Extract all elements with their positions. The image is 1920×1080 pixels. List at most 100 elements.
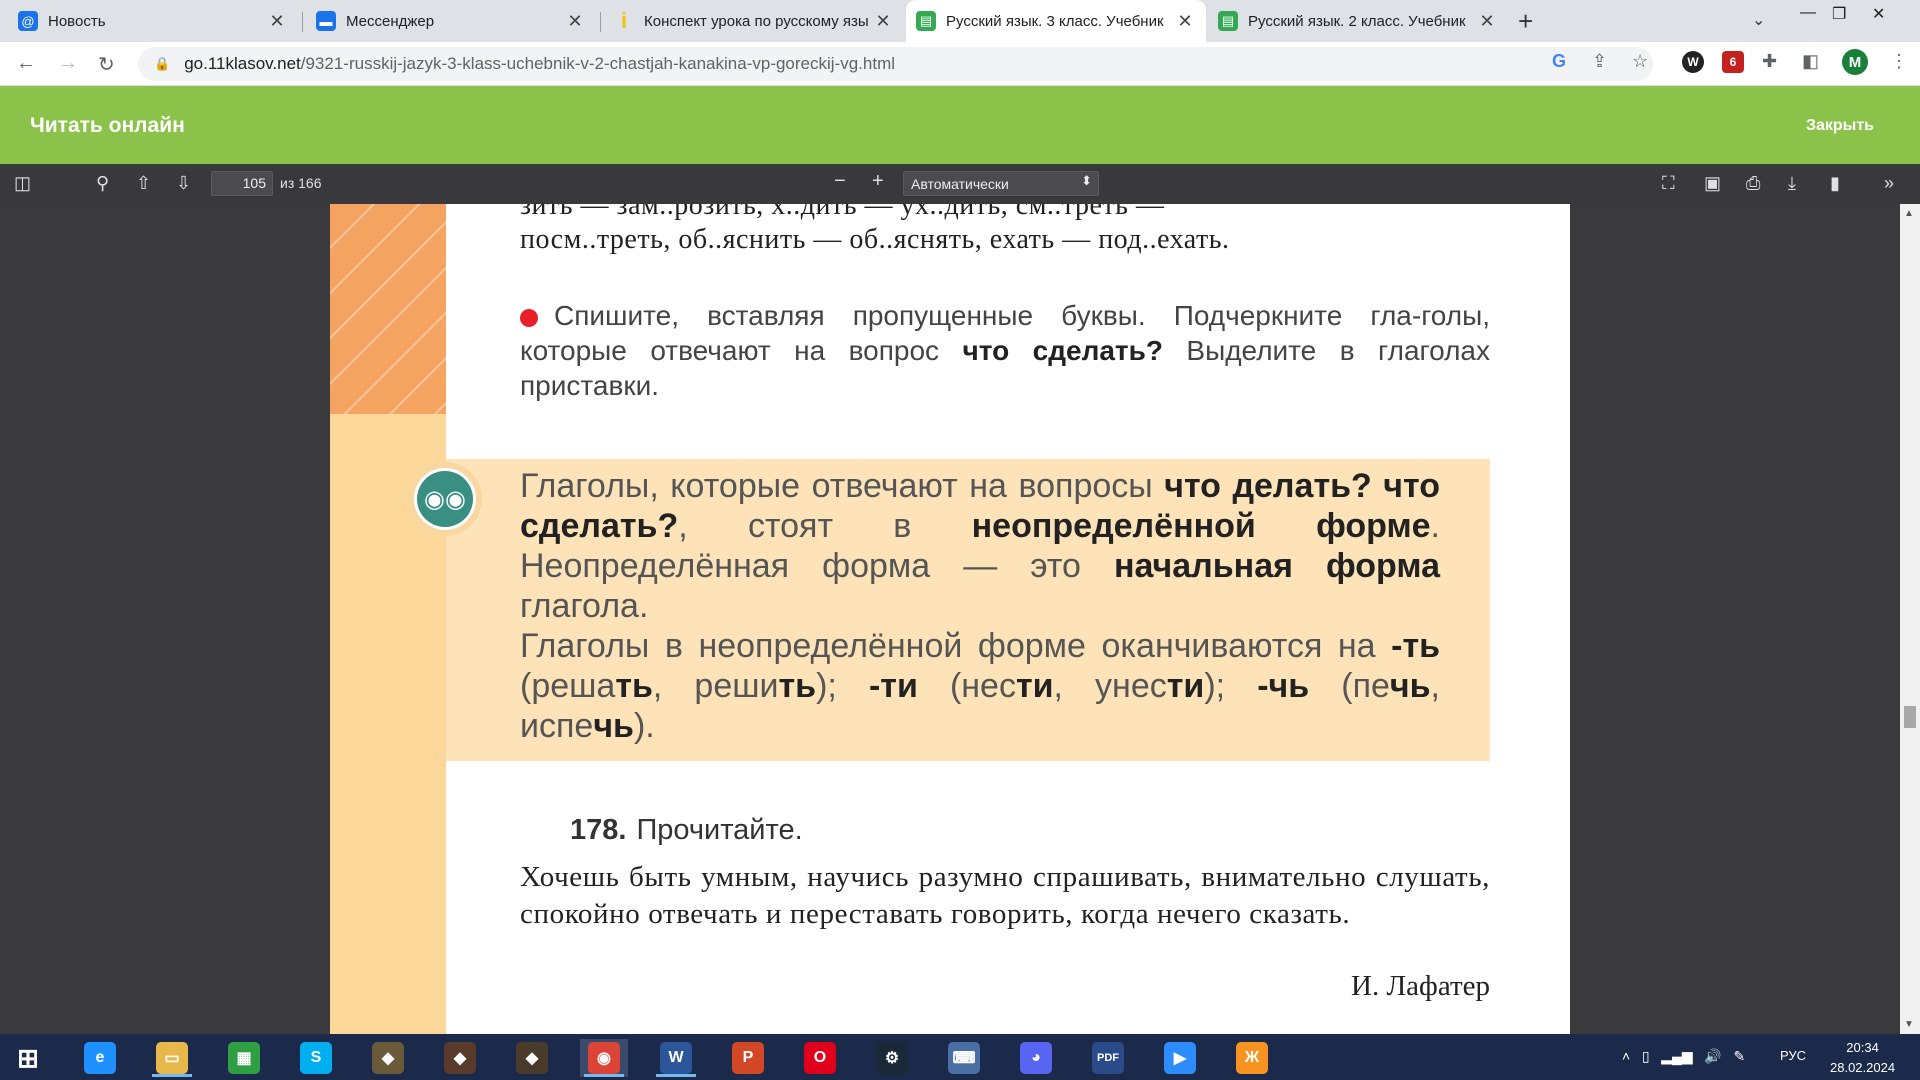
taskbar-app[interactable]: O xyxy=(796,1039,844,1077)
address-bar[interactable]: 🔒 go.11klasov.net/9321-russkij-jazyk-3-k… xyxy=(138,47,1653,81)
pdf-toolbar: ◫ ⚲ ⇧ ⇩ 105 из 166 − + Автоматически ⬍ ⛶ … xyxy=(0,164,1920,204)
bookmark-star-icon[interactable]: ☆ xyxy=(1632,51,1648,72)
extension-w-icon[interactable]: W xyxy=(1682,51,1704,73)
page-number-input[interactable]: 105 xyxy=(211,171,273,196)
word-icon: W xyxy=(660,1042,692,1074)
taskbar-app[interactable]: ⌨ xyxy=(940,1039,988,1077)
address-row: ← → ↻ 🔒 go.11klasov.net/9321-russkij-jaz… xyxy=(0,42,1920,86)
exercise-title: Прочитайте. xyxy=(636,814,803,846)
zoom-select[interactable]: Автоматически ⬍ xyxy=(903,171,1099,196)
minimize-icon[interactable]: — xyxy=(1800,4,1816,22)
taskbar-app[interactable]: ▶ xyxy=(1156,1039,1204,1077)
explorer-icon: ▭ xyxy=(156,1042,188,1074)
quote-text: Хочешь быть умным, научись разумно спраш… xyxy=(520,861,1490,930)
tab-lesson-notes[interactable]: i Конспект урока по русскому язы ✕ xyxy=(604,0,904,42)
tab-search-icon[interactable]: ⌄ xyxy=(1752,10,1765,30)
clock[interactable]: 20:34 28.02.2024 xyxy=(1830,1038,1895,1078)
taskbar-app[interactable]: ⚙ xyxy=(868,1039,916,1077)
menu-kebab-icon[interactable]: ⋮ xyxy=(1890,51,1908,72)
print-icon[interactable]: ⎙ xyxy=(1746,173,1760,194)
powerpoint-icon: P xyxy=(732,1042,764,1074)
google-translate-icon[interactable]: G xyxy=(1552,51,1566,72)
rule-text: Глаголы, которые отвечают на вопросы что… xyxy=(520,467,1440,745)
next-page-icon[interactable]: ⇩ xyxy=(176,173,191,194)
taskbar-app[interactable]: e xyxy=(76,1039,124,1077)
taskbar-app[interactable]: W xyxy=(652,1039,700,1077)
reload-icon[interactable]: ↻ xyxy=(98,52,115,77)
lock-icon[interactable]: 🔒 xyxy=(154,56,170,72)
extension-badge: 6 xyxy=(1729,55,1737,69)
start-button[interactable]: ⊞ xyxy=(4,1039,52,1077)
doc-icon: i xyxy=(620,8,628,33)
discord-icon: ◕ xyxy=(1020,1042,1052,1074)
tab-russian-3[interactable]: ▤ Русский язык. 3 класс. Учебник ✕ xyxy=(906,0,1206,42)
owl-icon: ◉◉ xyxy=(408,462,482,536)
game3-icon: ◆ xyxy=(516,1042,548,1074)
taskbar: ⊞ e ▭ ▦ S ◆ ◆ ◆ ◉ W P O ⚙ ⌨ ◕ PDF ▶ Ж ˄ ▯ ▂▄▆ 🔊 ✎ РУС 20… xyxy=(0,1034,1920,1080)
presentation-mode-icon[interactable]: ⛶ xyxy=(1662,173,1675,194)
scrollbar[interactable]: ▲ ▼ xyxy=(1900,204,1920,1034)
previous-page-icon[interactable]: ⇧ xyxy=(136,173,151,194)
taskbar-app[interactable]: P xyxy=(724,1039,772,1077)
tab-title: Конспект урока по русскому язы xyxy=(644,12,869,30)
sidebar-toggle-icon[interactable]: ◫ xyxy=(14,173,31,194)
taskbar-app[interactable]: ◉ xyxy=(580,1039,628,1077)
bookmark-icon[interactable]: ▮ xyxy=(1830,173,1840,194)
taskbar-app[interactable]: ▭ xyxy=(148,1039,196,1077)
scroll-down-icon[interactable]: ▼ xyxy=(1904,1019,1914,1030)
task-text: Спишите, вставляя пропущенные буквы. Под… xyxy=(520,300,1490,401)
tab-russian-2[interactable]: ▤ Русский язык. 2 класс. Учебник ✕ xyxy=(1208,0,1508,42)
close-icon[interactable]: ✕ xyxy=(1476,11,1498,32)
chat-bubble-icon: ▬ xyxy=(316,11,336,31)
share-icon[interactable]: ⇪ xyxy=(1592,51,1607,72)
zoom-out-icon[interactable]: − xyxy=(834,170,846,193)
extension-shield-icon[interactable]: 6 xyxy=(1722,51,1744,73)
taskbar-app[interactable]: ◆ xyxy=(436,1039,484,1077)
odnoklassniki-icon: Ж xyxy=(1236,1042,1268,1074)
zoom-in-icon[interactable]: + xyxy=(872,170,884,193)
taskbar-app[interactable]: ▦ xyxy=(220,1039,268,1077)
taskbar-app[interactable]: ◆ xyxy=(364,1039,412,1077)
page-total: из 166 xyxy=(280,175,322,191)
close-icon[interactable]: ✕ xyxy=(872,11,894,32)
exercise-line: посм..треть, об..яснить — об..яснять, ех… xyxy=(520,224,1230,255)
game1-icon: ◆ xyxy=(372,1042,404,1074)
close-icon[interactable]: ✕ xyxy=(1174,11,1196,32)
book-icon: ▤ xyxy=(916,11,936,31)
scroll-up-icon[interactable]: ▲ xyxy=(1904,208,1914,219)
zoom-icon: ▶ xyxy=(1164,1042,1196,1074)
tab-title: Новость xyxy=(48,12,106,30)
tab-messenger[interactable]: ▬ Мессенджер ✕ xyxy=(306,0,596,42)
close-icon[interactable]: ✕ xyxy=(564,11,586,32)
input-language[interactable]: РУС xyxy=(1780,1048,1806,1063)
puzzle-extensions-icon[interactable]: ✚ xyxy=(1762,51,1777,72)
close-window-icon[interactable]: ✕ xyxy=(1872,4,1885,24)
zoom-value: Автоматически xyxy=(911,176,1009,192)
scrollbar-thumb[interactable] xyxy=(1904,706,1916,728)
exercise-line: зить — зам..розить, х..дить — ух..дить, … xyxy=(520,204,1165,221)
taskbar-app[interactable]: ◆ xyxy=(508,1039,556,1077)
find-icon[interactable]: ⚲ xyxy=(96,173,109,194)
side-panel-icon[interactable]: ◧ xyxy=(1802,51,1819,72)
close-reader-button[interactable]: Закрыть xyxy=(1806,117,1874,135)
taskbar-app[interactable]: PDF xyxy=(1084,1039,1132,1077)
tab-news[interactable]: @ Новость ✕ xyxy=(8,0,298,42)
maximize-icon[interactable]: ❐ xyxy=(1832,4,1846,24)
new-tab-button[interactable]: + xyxy=(1518,6,1533,37)
taskbar-app[interactable]: S xyxy=(292,1039,340,1077)
tab-title: Русский язык. 3 класс. Учебник xyxy=(946,12,1164,30)
tab-title: Русский язык. 2 класс. Учебник xyxy=(1248,12,1466,30)
clock-time: 20:34 xyxy=(1846,1040,1879,1055)
taskbar-app[interactable]: Ж xyxy=(1228,1039,1276,1077)
system-tray[interactable]: ˄ ▯ ▂▄▆ 🔊 ✎ xyxy=(1622,1048,1745,1065)
clock-date: 28.02.2024 xyxy=(1830,1060,1896,1075)
back-icon[interactable]: ← xyxy=(16,52,36,75)
close-icon[interactable]: ✕ xyxy=(266,11,288,32)
tools-menu-icon[interactable]: » xyxy=(1884,173,1894,194)
forward-icon[interactable]: → xyxy=(58,52,78,75)
download-icon[interactable]: ⤓ xyxy=(1788,173,1796,194)
keyboard-icon: ⌨ xyxy=(948,1042,980,1074)
profile-avatar[interactable]: M xyxy=(1842,49,1868,75)
open-file-icon[interactable]: ▣ xyxy=(1704,173,1721,194)
taskbar-app[interactable]: ◕ xyxy=(1012,1039,1060,1077)
